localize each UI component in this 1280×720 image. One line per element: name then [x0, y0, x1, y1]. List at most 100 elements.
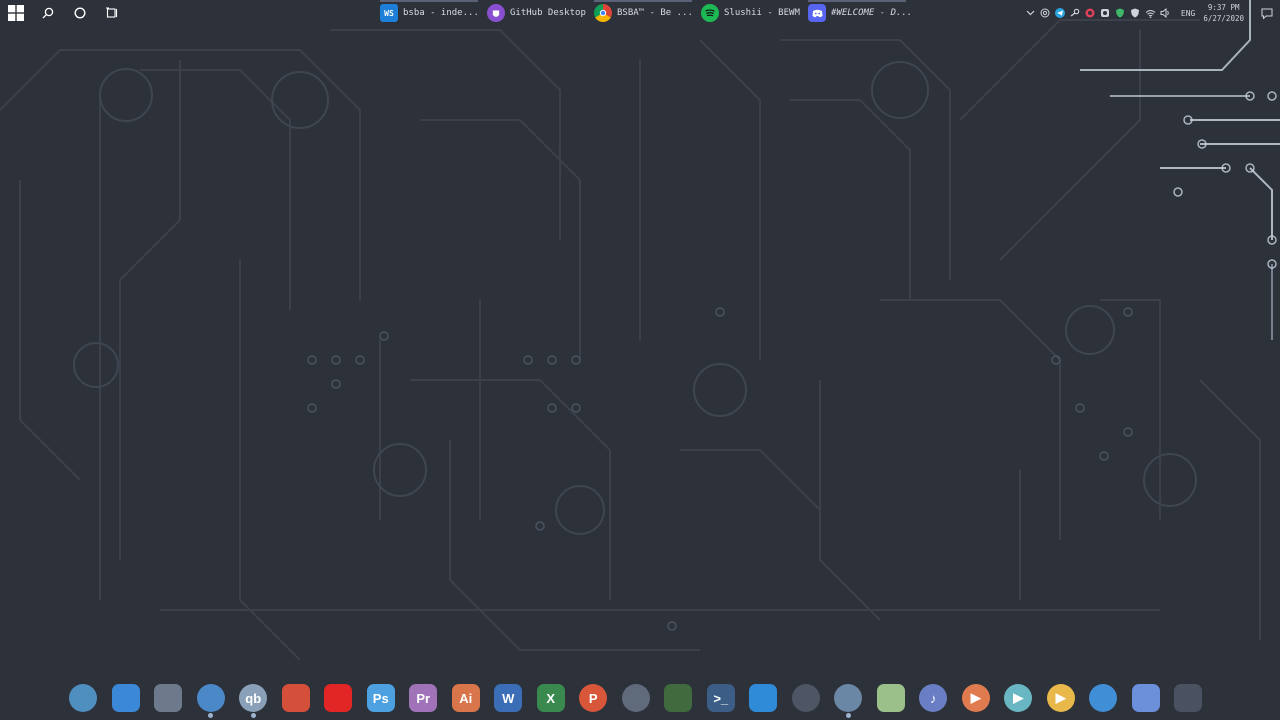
chevron-up-icon[interactable]: [1025, 8, 1036, 19]
app-icon[interactable]: [1085, 8, 1096, 19]
taskbar-item-spotify[interactable]: Slushii - BEWM: [697, 0, 803, 26]
discord-icon: [1131, 684, 1160, 712]
task-view-icon: [106, 7, 118, 18]
circuit-wallpaper: [0, 0, 1280, 661]
word-icon: W: [494, 684, 523, 712]
dock-item-photoshop[interactable]: Ps: [360, 681, 403, 717]
premiere-icon: Pr: [409, 684, 438, 712]
task-view-button[interactable]: [96, 0, 128, 26]
dock-item-player-teal[interactable]: ▶: [997, 681, 1040, 717]
craft-icon: [664, 684, 693, 712]
dock-item-powerpoint[interactable]: P: [572, 681, 615, 717]
vscode-icon: [749, 684, 778, 712]
running-apps: WS bsba - inde... GitHub Desktop BSBA™ -…: [376, 0, 913, 26]
gear-icon: [621, 684, 650, 712]
dock-item-excel[interactable]: X: [530, 681, 573, 717]
github-icon: [791, 684, 820, 712]
top-taskbar: WS bsba - inde... GitHub Desktop BSBA™ -…: [0, 0, 1280, 26]
dock-item-finder[interactable]: [105, 681, 148, 717]
dock-item-telegram[interactable]: [1082, 681, 1125, 717]
telegram-icon: [1089, 684, 1118, 712]
active-indicator: [594, 0, 692, 2]
dock-item-search[interactable]: [190, 681, 233, 718]
acrobat-icon: [324, 684, 353, 712]
powerpoint-icon: P: [579, 684, 608, 712]
spotify-icon: [701, 4, 719, 22]
webstorm-icon: WS: [380, 4, 398, 22]
taskbar-item-github-desktop[interactable]: GitHub Desktop: [483, 0, 589, 26]
clock[interactable]: 9:37 PM 6/27/2020: [1203, 2, 1244, 24]
dock-item-qbittorrent[interactable]: qb: [232, 681, 275, 718]
settings-icon[interactable]: [1100, 8, 1111, 19]
dock-item-player-orange[interactable]: ▶: [955, 681, 998, 717]
dock-item-trash[interactable]: [1167, 681, 1210, 717]
trash-icon: [1174, 684, 1203, 712]
steam-icon[interactable]: [1070, 8, 1081, 19]
discord-icon: [808, 4, 826, 22]
dock-item-music[interactable]: ♪: [912, 681, 955, 717]
music-note-icon: ♪: [919, 684, 948, 712]
active-indicator: [808, 0, 906, 2]
qbittorrent-icon: qb: [239, 684, 268, 712]
taskbar-item-label: BSBA™ - Be ...: [617, 8, 693, 18]
dock-item-word[interactable]: W: [487, 681, 530, 717]
clock-date: 6/27/2020: [1203, 14, 1244, 23]
action-center-button[interactable]: [1254, 0, 1280, 26]
cortana-button[interactable]: [64, 0, 96, 26]
github-desktop-icon: [487, 4, 505, 22]
taskbar-item-label: #WELCOME - D...: [831, 8, 913, 18]
active-indicator: [380, 0, 478, 2]
illustrator-icon: Ai: [451, 684, 480, 712]
windows-logo-icon: [8, 5, 24, 21]
dock-item-files[interactable]: [147, 681, 190, 717]
chrome-icon: [594, 4, 612, 22]
start-button[interactable]: [0, 0, 32, 26]
dock-item-player-yellow[interactable]: ▶: [1040, 681, 1083, 717]
play-icon: ▶: [961, 684, 990, 712]
taskbar-item-label: bsba - inde...: [403, 8, 479, 18]
system-tray: ENG 9:37 PM 6/27/2020: [1023, 0, 1280, 26]
dock-item-discord[interactable]: [1125, 681, 1168, 717]
search-icon: [42, 7, 54, 19]
terminal-icon: >_: [706, 684, 735, 712]
running-indicator: [845, 713, 851, 718]
dock-item-apps[interactable]: [275, 681, 318, 717]
play-icon: ▶: [1046, 684, 1075, 712]
finder-icon: [111, 684, 140, 712]
steam-icon: [834, 684, 863, 712]
dock-item-settings[interactable]: [615, 681, 658, 717]
dock-item-steam[interactable]: [827, 681, 870, 718]
search-button[interactable]: [32, 0, 64, 26]
dock-item-illustrator[interactable]: Ai: [445, 681, 488, 717]
language-indicator[interactable]: ENG: [1181, 9, 1195, 18]
ghost-icon: [876, 684, 905, 712]
search-icon: [196, 684, 225, 712]
dock-item-premiere[interactable]: Pr: [402, 681, 445, 717]
telegram-icon[interactable]: [1055, 8, 1066, 19]
dock-item-browser[interactable]: [62, 681, 105, 717]
wifi-icon[interactable]: [1145, 8, 1156, 19]
dock-item-craft[interactable]: [657, 681, 700, 717]
notification-icon: [1261, 8, 1273, 19]
dock-item-terminal[interactable]: >_: [700, 681, 743, 717]
taskbar-item-webstorm[interactable]: WS bsba - inde...: [376, 0, 482, 26]
taskbar-item-discord[interactable]: #WELCOME - D...: [804, 0, 913, 26]
taskbar-item-label: Slushii - BEWM: [724, 8, 800, 18]
photoshop-icon: Ps: [366, 684, 395, 712]
cortana-circle-icon: [74, 7, 86, 19]
dock-item-acrobat[interactable]: [317, 681, 360, 717]
dock-item-vscode[interactable]: [742, 681, 785, 717]
volume-icon[interactable]: [1160, 8, 1171, 19]
dock-item-ghost[interactable]: [870, 681, 913, 717]
shield-icon[interactable]: [1130, 8, 1141, 19]
taskbar-item-chrome[interactable]: BSBA™ - Be ...: [590, 0, 696, 26]
shield-icon[interactable]: [1115, 8, 1126, 19]
excel-icon: X: [536, 684, 565, 712]
running-indicator: [250, 713, 256, 718]
clock-time: 9:37 PM: [1207, 3, 1240, 12]
folder-icon: [154, 684, 183, 712]
dock-item-github[interactable]: [785, 681, 828, 717]
dock: qb Ps Pr Ai W X P >_ ♪ ▶ ▶ ▶: [62, 681, 1218, 718]
taskbar-item-label: GitHub Desktop: [510, 8, 586, 18]
at-icon[interactable]: [1040, 8, 1051, 19]
